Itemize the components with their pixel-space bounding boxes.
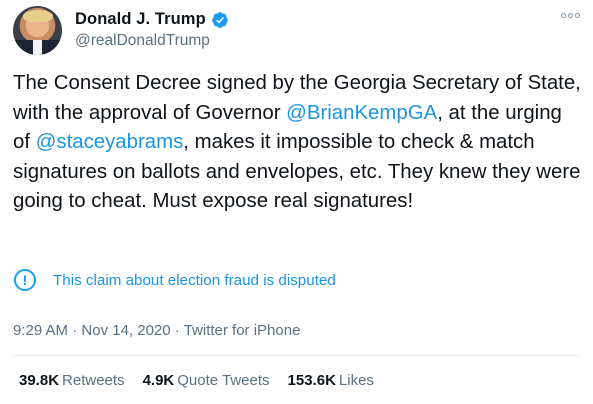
tweet-source[interactable]: Twitter for iPhone bbox=[184, 322, 301, 339]
more-dot bbox=[575, 13, 580, 18]
meta-separator: · bbox=[170, 322, 184, 339]
likes-count: 153.6K bbox=[287, 372, 336, 389]
quote-tweets-count: 4.9K bbox=[142, 372, 175, 389]
mention-link[interactable]: @staceyabrams bbox=[36, 131, 184, 153]
retweets-count: 39.8K bbox=[19, 372, 60, 389]
tweet-meta: 9:29 AM · Nov 14, 2020 · Twitter for iPh… bbox=[13, 322, 300, 339]
verified-badge-icon bbox=[211, 11, 228, 28]
avatar-hair bbox=[23, 10, 53, 22]
avatar[interactable] bbox=[13, 6, 62, 55]
retweets-stat[interactable]: 39.8K Retweets bbox=[19, 372, 125, 389]
author-name-row[interactable]: Donald J. Trump bbox=[75, 10, 229, 29]
disputed-claim-notice[interactable]: ! This claim about election fraud is dis… bbox=[14, 269, 336, 291]
quote-tweets-stat[interactable]: 4.9K Quote Tweets bbox=[143, 372, 270, 389]
author-handle[interactable]: @realDonaldTrump bbox=[75, 32, 210, 50]
more-dot bbox=[561, 13, 566, 18]
more-dot bbox=[568, 13, 573, 18]
more-options-icon[interactable] bbox=[561, 13, 580, 18]
avatar-shirt bbox=[33, 40, 42, 55]
tweet-text: The Consent Decree signed by the Georgia… bbox=[13, 69, 583, 217]
exclamation-circle-icon: ! bbox=[14, 269, 36, 291]
disputed-claim-text[interactable]: This claim about election fraud is dispu… bbox=[53, 272, 336, 289]
tweet-time[interactable]: 9:29 AM bbox=[13, 322, 68, 339]
engagement-stats: 39.8K Retweets 4.9K Quote Tweets 153.6K Lik… bbox=[19, 372, 392, 389]
likes-label: Likes bbox=[338, 372, 374, 389]
meta-separator: · bbox=[68, 322, 82, 339]
author-display-name[interactable]: Donald J. Trump bbox=[75, 10, 206, 29]
likes-stat[interactable]: 153.6K Likes bbox=[288, 372, 374, 389]
quote-tweets-label: Quote Tweets bbox=[177, 372, 270, 389]
mention-link[interactable]: @BrianKempGA bbox=[286, 102, 437, 124]
retweets-label: Retweets bbox=[62, 372, 125, 389]
tweet-date[interactable]: Nov 14, 2020 bbox=[81, 322, 170, 339]
divider bbox=[13, 355, 579, 356]
